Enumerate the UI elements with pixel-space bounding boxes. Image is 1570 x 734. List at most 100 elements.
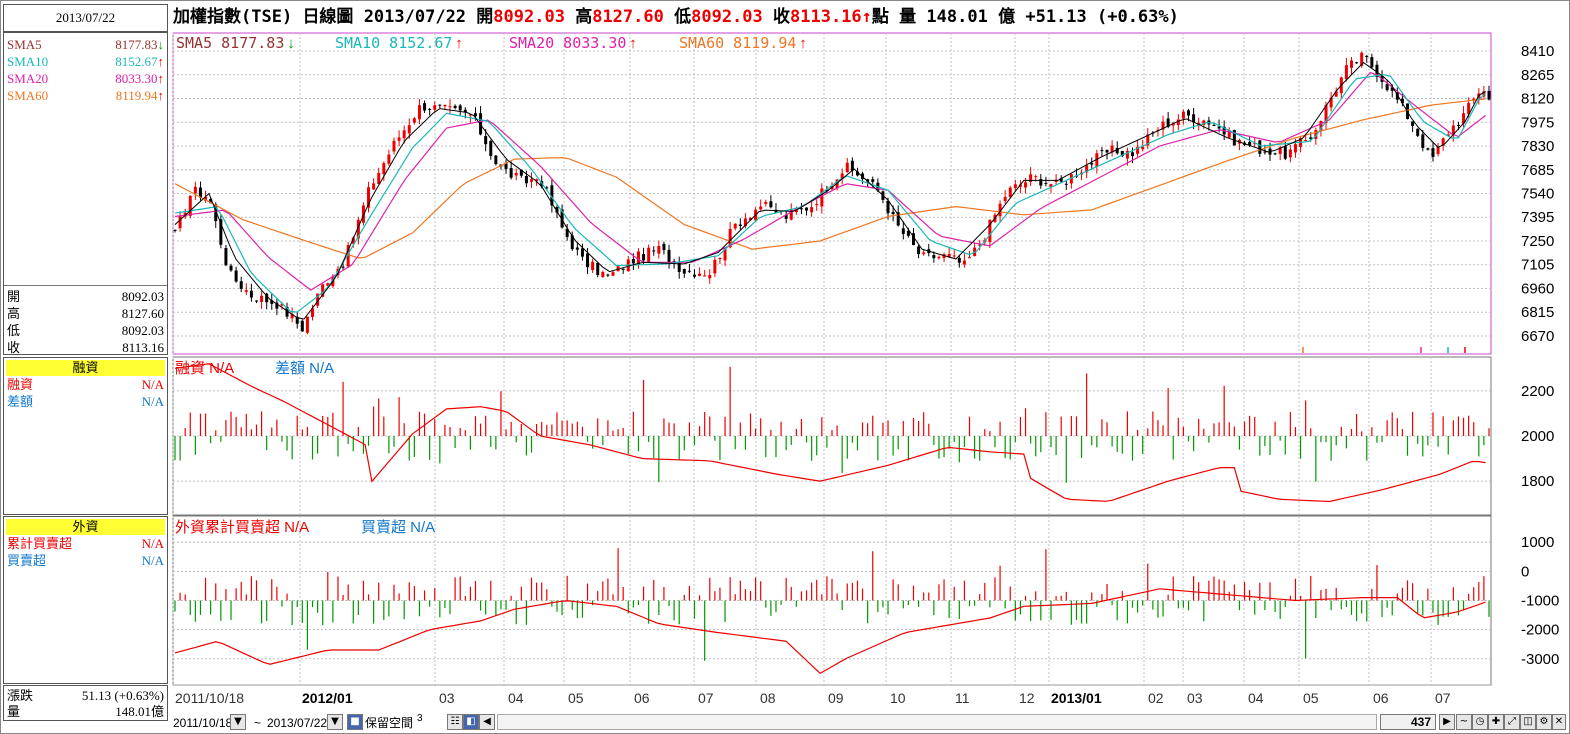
start-date-dropdown-button[interactable]: ▼ (230, 714, 246, 730)
expand-icon[interactable]: ✚ (1488, 714, 1504, 730)
reserve-icon[interactable]: ■ (347, 714, 363, 730)
scroll-right-icon[interactable]: ▶ (1439, 714, 1455, 730)
x-tick-label: 05 (568, 690, 584, 706)
candle-body (1008, 187, 1012, 198)
candle-body (1024, 182, 1028, 188)
scrollbar-track[interactable] (497, 714, 1377, 730)
x-tick-label: 08 (760, 690, 776, 706)
candle-body (178, 216, 182, 229)
candle-body (769, 201, 773, 208)
candle-body (917, 246, 921, 255)
candle-body (647, 247, 651, 263)
sma-legend-sma60: SMA60 8119.94 (679, 34, 796, 52)
candle-body (1258, 140, 1262, 154)
candle-body (1013, 184, 1017, 189)
resize-icon[interactable]: ⤢ (1504, 714, 1520, 730)
close-icon[interactable]: ✕ (1552, 714, 1566, 730)
candle-body (1130, 152, 1134, 157)
candle-body (1212, 124, 1216, 126)
candle-body (636, 251, 640, 265)
x-tick-label: 07 (698, 690, 714, 706)
foreign-cum-legend: 外資累計買賣超 N/A (175, 519, 309, 536)
candle-body (489, 141, 493, 156)
candle-body (932, 255, 936, 259)
candle-body (703, 275, 707, 277)
x-tick-label: 09 (828, 690, 844, 706)
candle-body (1288, 149, 1292, 158)
reserve-label: 保留空間 (365, 716, 414, 730)
candle-body (733, 223, 737, 229)
candle-body (1034, 176, 1038, 178)
candle-body (962, 260, 966, 265)
candle-body (1365, 55, 1369, 57)
candle-body (957, 257, 961, 263)
scroll-left-icon[interactable]: ◀ (479, 714, 495, 730)
candle-body (1187, 110, 1191, 116)
candle-body (260, 295, 264, 302)
candle-body (845, 162, 849, 173)
candle-body (458, 105, 462, 111)
candle-body (412, 118, 416, 123)
x-tick-label: 11 (955, 690, 970, 706)
candle-body (937, 256, 941, 259)
y-tick-label: -3000 (1521, 651, 1559, 668)
arrow-up-icon: ↑ (799, 35, 807, 52)
candle-body (1344, 65, 1348, 80)
fit-icon[interactable]: ◫ (1520, 714, 1536, 730)
candle-body (922, 252, 926, 255)
candle-body (1426, 148, 1430, 150)
candle-body (1355, 62, 1359, 64)
clock-icon[interactable]: ◷ (1472, 714, 1488, 730)
candle-body (387, 154, 391, 164)
candle-body (631, 259, 635, 264)
settings-icon[interactable]: ⚙ (1536, 714, 1552, 730)
chart-icon[interactable]: ~ (1456, 714, 1472, 730)
zoom-icon[interactable]: ◧ (463, 714, 479, 730)
sma-legend-sma5: SMA5 8177.83 (176, 34, 284, 52)
candle-body (952, 255, 956, 257)
candle-body (239, 281, 243, 289)
candle-body (249, 290, 253, 298)
candle-body (377, 172, 381, 185)
candle-body (372, 183, 376, 190)
candle-body (642, 254, 646, 261)
candle-body (580, 248, 584, 257)
candle-body (682, 268, 686, 274)
candle-body (1421, 134, 1425, 149)
y-tick-label: 8265 (1521, 67, 1554, 84)
y-tick-label: 6960 (1521, 280, 1554, 297)
tilde: ~ (254, 716, 262, 730)
y-tick-label: 7105 (1521, 257, 1554, 274)
x-tick-label: 06 (634, 690, 650, 706)
end-date-dropdown-button[interactable]: ▼ (327, 714, 343, 730)
candle-body (1411, 121, 1415, 126)
candle-body (1370, 57, 1374, 68)
candle-body (1416, 128, 1420, 136)
x-tick-label: 07 (1435, 690, 1451, 706)
x-tick-label: 2011/10/18 (175, 690, 244, 706)
candle-body (687, 270, 691, 272)
count-box[interactable]: 437 (1380, 714, 1436, 730)
y-tick-label: 1000 (1521, 534, 1554, 551)
y-tick-label: 2200 (1521, 383, 1554, 400)
candle-body (1349, 60, 1353, 68)
x-tick-label: 06 (1373, 690, 1389, 706)
candle-body (652, 250, 656, 252)
y-tick-label: 6815 (1521, 304, 1554, 321)
x-tick-label: 04 (1248, 690, 1264, 706)
grid-toggle-icon[interactable]: ☷ (447, 714, 463, 730)
start-date: 2011/10/18 (173, 716, 233, 730)
candle-body (1304, 139, 1308, 141)
arrow-down-icon: ↓ (287, 35, 295, 52)
candle-body (1273, 153, 1277, 155)
candle-body (443, 104, 447, 107)
candle-body (815, 203, 819, 205)
candle-body (1263, 151, 1267, 153)
y-tick-label: 7250 (1521, 233, 1554, 250)
y-tick-label: 0 (1521, 563, 1529, 580)
candle-body (886, 200, 890, 214)
arrow-up-icon: ↑ (455, 35, 463, 52)
candle-body (662, 243, 666, 251)
candle-body (300, 320, 304, 332)
candle-body (805, 207, 809, 211)
